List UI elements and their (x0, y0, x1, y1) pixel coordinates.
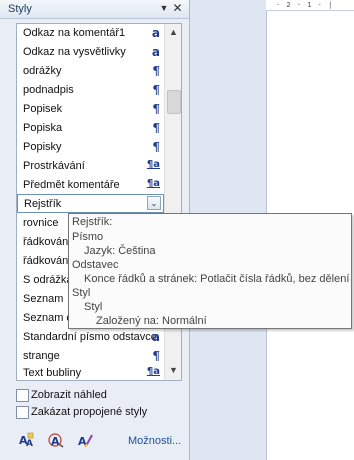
style-name: Popisek (23, 103, 63, 115)
character-style-icon: a (151, 330, 160, 344)
linked-style-icon: ¶a (146, 159, 160, 170)
linked-style-icon: ¶a (146, 366, 160, 377)
tooltip-based-on: Založený na: Normální (96, 315, 207, 327)
scroll-up-icon[interactable]: ▲ (167, 26, 180, 39)
pane-header: Styly ▼ ✕ (0, 0, 189, 19)
style-tooltip: Rejstřík: Písmo Jazyk: Čeština Odstavec … (68, 213, 352, 329)
tooltip-language: Jazyk: Čeština (84, 245, 156, 257)
style-name: Prostrkávání (23, 160, 85, 172)
close-icon[interactable]: ✕ (171, 1, 184, 15)
style-item[interactable]: Odkaz na komentář1 a (17, 24, 164, 42)
chevron-down-icon[interactable]: ⌄ (147, 196, 161, 210)
style-name: rovnice (23, 217, 59, 229)
style-name: podnadpis (23, 84, 74, 96)
pane-menu-dropdown-icon[interactable]: ▼ (158, 2, 170, 14)
style-name: řádkování (23, 255, 72, 267)
style-name: Popiska (23, 122, 63, 134)
style-item[interactable]: Prostrkávání ¶a (17, 157, 164, 175)
style-item[interactable]: Odkaz na vysvětlivky a (17, 43, 164, 61)
tooltip-line-page-breaks: Konce řádků a stránek: Potlačit čísla řá… (84, 273, 350, 285)
tooltip-style-name: Rejstřík: (72, 216, 113, 228)
style-item[interactable]: strange ¶ (17, 347, 164, 365)
style-item[interactable]: Předmět komentáře ¶a (17, 176, 164, 194)
character-style-icon: a (151, 45, 160, 59)
character-style-icon: a (151, 26, 160, 40)
pane-title: Styly (8, 3, 32, 15)
style-name: odrážky (23, 65, 62, 77)
ruler: · 2 · 1 · | (266, 0, 354, 11)
ruler-marks: · 2 · 1 · | (276, 1, 334, 9)
new-style-icon[interactable]: A A (17, 432, 35, 448)
paragraph-style-icon: ¶ (152, 349, 160, 363)
style-name: strange (23, 350, 60, 362)
manage-styles-icon[interactable]: A (76, 432, 94, 448)
style-name: Text bubliny (23, 367, 82, 379)
disable-linked-styles-label: Zakázat propojené styly (31, 406, 148, 418)
tooltip-paragraph-heading: Odstavec (72, 259, 119, 271)
style-item[interactable]: Text bubliny ¶a (17, 364, 164, 380)
style-item[interactable]: Standardní písmo odstavce a (17, 328, 164, 346)
disable-linked-styles-checkbox[interactable] (16, 406, 29, 419)
style-name: Rejstřík (24, 198, 62, 210)
tooltip-style-subheading: Styl (84, 301, 103, 313)
options-link[interactable]: Možnosti... (128, 435, 181, 447)
paragraph-style-icon: ¶ (152, 140, 160, 154)
scroll-thumb[interactable] (167, 90, 181, 114)
style-item[interactable]: odrážky ¶ (17, 62, 164, 80)
style-name: Standardní písmo odstavce (23, 331, 157, 343)
scroll-down-icon[interactable]: ▼ (167, 364, 180, 377)
style-name: Seznam (23, 293, 64, 305)
paragraph-style-icon: ¶ (152, 83, 160, 97)
style-name: Odkaz na komentář1 (23, 27, 126, 39)
style-inspector-icon[interactable]: A (47, 432, 65, 448)
style-item[interactable]: Popiska ¶ (17, 119, 164, 137)
style-name: řádkování (23, 236, 72, 248)
style-item[interactable]: Popisky ¶ (17, 138, 164, 156)
style-item-selected[interactable]: Rejstřík ⌄ (17, 194, 164, 213)
tooltip-font-heading: Písmo (72, 231, 104, 243)
style-name: Předmět komentáře (23, 179, 120, 191)
style-item[interactable]: Popisek ¶ (17, 100, 164, 118)
show-preview-label: Zobrazit náhled (31, 389, 107, 401)
linked-style-icon: ¶a (146, 178, 160, 189)
paragraph-style-icon: ¶ (152, 64, 160, 78)
style-name: Popisky (23, 141, 62, 153)
show-preview-checkbox[interactable] (16, 389, 29, 402)
style-item[interactable]: podnadpis ¶ (17, 81, 164, 99)
paragraph-style-icon: ¶ (152, 102, 160, 116)
tooltip-style-heading: Styl (72, 287, 91, 299)
svg-text:A: A (26, 439, 33, 448)
paragraph-style-icon: ¶ (152, 121, 160, 135)
style-name: Odkaz na vysvětlivky (23, 46, 126, 58)
